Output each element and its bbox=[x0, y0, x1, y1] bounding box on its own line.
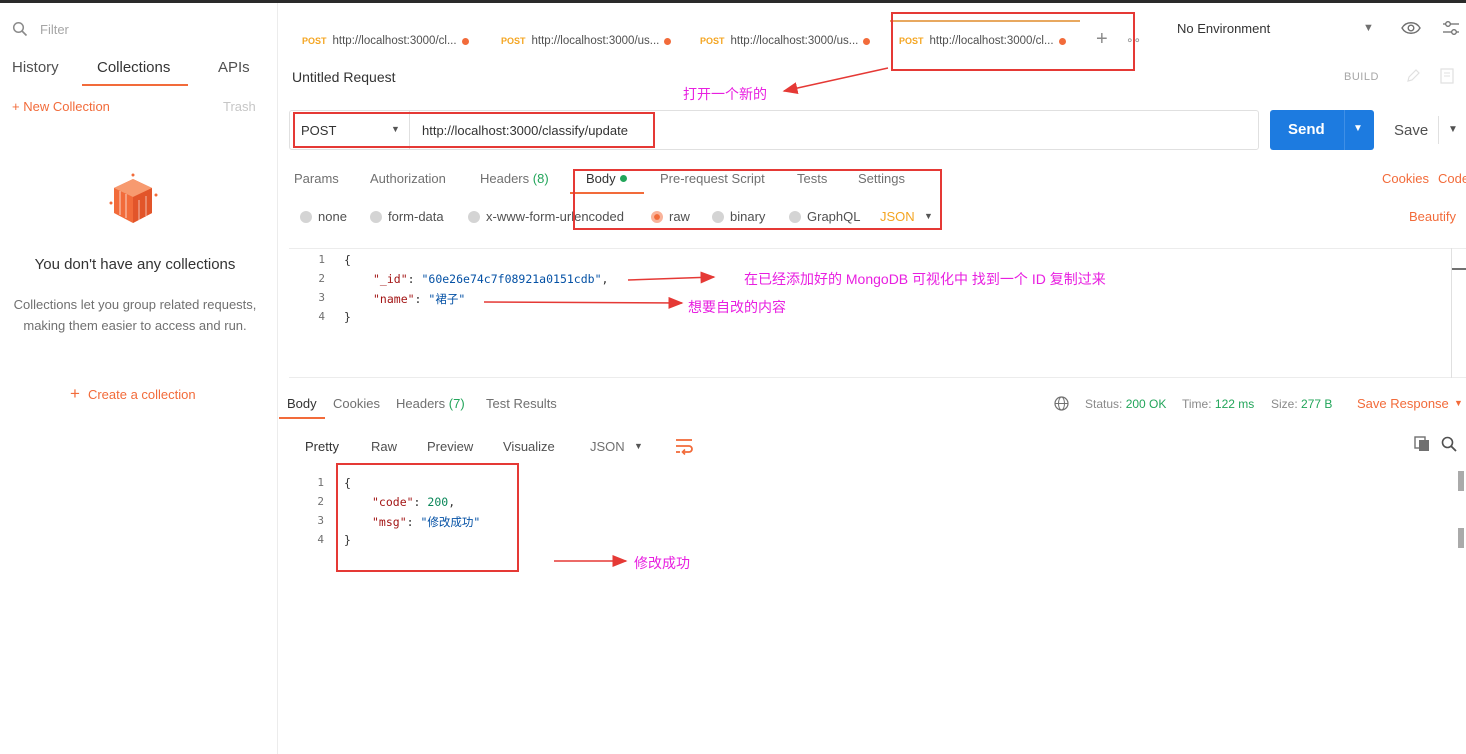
annotation-open-new: 打开一个新的 bbox=[683, 86, 767, 102]
annotation-arrows bbox=[483, 67, 889, 567]
annotation-success: 修改成功 bbox=[634, 555, 690, 571]
annotation-copy-id: 在已经添加好的 MongoDB 可视化中 找到一个 ID 复制过来 bbox=[744, 271, 1106, 287]
annotation-content: 想要自改的内容 bbox=[688, 299, 786, 315]
